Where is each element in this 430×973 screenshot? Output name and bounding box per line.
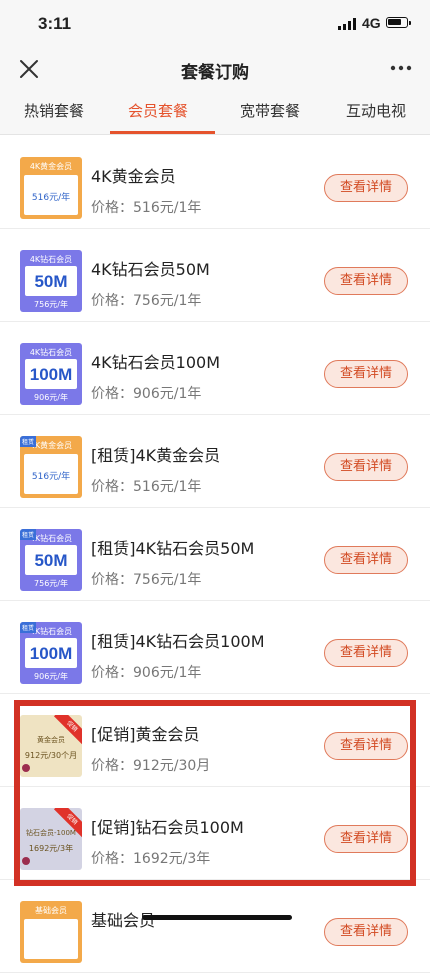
package-thumbnail: 4K钻石会员 100M 906元/年 (20, 343, 82, 405)
package-thumbnail: 4K黄金会员 租赁 516元/年 (20, 436, 82, 498)
thumb-caption: 4K钻石会员 (29, 255, 73, 264)
status-bar: 3:11 4G (0, 0, 430, 48)
thumb-price: 756元/年 (34, 579, 68, 588)
view-details-button[interactable]: 查看详情 (324, 360, 408, 388)
package-title: [租赁]4K黄金会员 (91, 446, 221, 465)
thumb-price: 516元/年 (31, 193, 71, 203)
thumb-caption: 4K黄金会员 (29, 162, 73, 171)
package-price: 价格：756元/1年 (91, 293, 202, 309)
list-item[interactable]: 4K钻石会员 租赁 100M 906元/年 [租赁]4K钻石会员100M 价格：… (0, 600, 430, 694)
active-tab-indicator (110, 131, 215, 134)
package-thumbnail: 4K钻石会员 租赁 100M 906元/年 (20, 622, 82, 684)
package-title: [租赁]4K钻石会员100M (91, 632, 265, 651)
list-item[interactable]: 4K钻石会员 租赁 50M 756元/年 [租赁]4K钻石会员50M 价格：75… (0, 507, 430, 601)
rental-tag: 租赁 (20, 529, 37, 540)
package-title: 4K钻石会员100M (91, 353, 221, 372)
tab-membership[interactable]: 会员套餐 (128, 100, 188, 121)
tab-bar: 热销套餐 会员套餐 宽带套餐 互动电视 (0, 90, 430, 135)
package-thumbnail: 基础会员 (20, 901, 82, 963)
list-item[interactable]: 4K黄金会员 租赁 516元/年 [租赁]4K黄金会员 价格：516元/1年 查… (0, 414, 430, 508)
package-price: 价格：516元/1年 (91, 200, 202, 216)
package-thumbnail: 4K钻石会员 租赁 50M 756元/年 (20, 529, 82, 591)
package-price: 价格：756元/1年 (91, 572, 202, 588)
package-price: 价格：906元/1年 (91, 665, 202, 681)
package-price: 价格：906元/1年 (91, 386, 202, 402)
tab-broadband[interactable]: 宽带套餐 (240, 100, 300, 121)
signal-icon (338, 18, 358, 30)
rental-tag: 租赁 (20, 436, 37, 447)
more-icon[interactable] (388, 58, 414, 78)
list-item[interactable]: 基础会员 基础会员 查看详情 (0, 879, 430, 973)
thumb-caption: 基础会员 (35, 906, 67, 915)
list-item[interactable]: 4K钻石会员 100M 906元/年 4K钻石会员100M 价格：906元/1年… (0, 321, 430, 415)
thumb-price: 906元/年 (34, 393, 68, 402)
view-details-button[interactable]: 查看详情 (324, 546, 408, 574)
view-details-button[interactable]: 查看详情 (324, 267, 408, 295)
tab-interactive-tv[interactable]: 互动电视 (346, 100, 406, 121)
thumb-speed: 100M (29, 365, 73, 384)
rental-tag: 租赁 (20, 622, 37, 633)
thumb-speed: 50M (34, 272, 68, 291)
view-details-button[interactable]: 查看详情 (324, 174, 408, 202)
package-thumbnail: 4K钻石会员 50M 756元/年 (20, 250, 82, 312)
thumb-price: 756元/年 (34, 300, 68, 309)
battery-icon (386, 17, 411, 28)
package-thumbnail: 4K黄金会员 516元/年 (20, 157, 82, 219)
nav-bar: 套餐订购 (0, 48, 430, 90)
thumb-caption: 4K钻石会员 (29, 348, 73, 357)
thumb-price: 906元/年 (34, 672, 68, 681)
status-time: 3:11 (38, 14, 72, 33)
home-indicator (142, 915, 292, 920)
list-item[interactable]: 4K钻石会员 50M 756元/年 4K钻石会员50M 价格：756元/1年 查… (0, 228, 430, 322)
package-title: 4K钻石会员50M (91, 260, 210, 279)
package-title: [租赁]4K钻石会员50M (91, 539, 255, 558)
tab-hot[interactable]: 热销套餐 (24, 100, 84, 121)
list-item[interactable]: 4K黄金会员 516元/年 4K黄金会员 价格：516元/1年 查看详情 (0, 135, 430, 229)
page-title: 套餐订购 (181, 63, 249, 83)
thumb-speed: 100M (29, 644, 73, 663)
thumb-price: 516元/年 (31, 472, 71, 482)
thumb-speed: 50M (34, 551, 68, 570)
view-details-button[interactable]: 查看详情 (324, 639, 408, 667)
highlight-box (14, 700, 416, 886)
view-details-button[interactable]: 查看详情 (324, 918, 408, 946)
package-price: 价格：516元/1年 (91, 479, 202, 495)
network-label: 4G (362, 15, 381, 31)
view-details-button[interactable]: 查看详情 (324, 453, 408, 481)
package-title: 4K黄金会员 (91, 167, 176, 186)
